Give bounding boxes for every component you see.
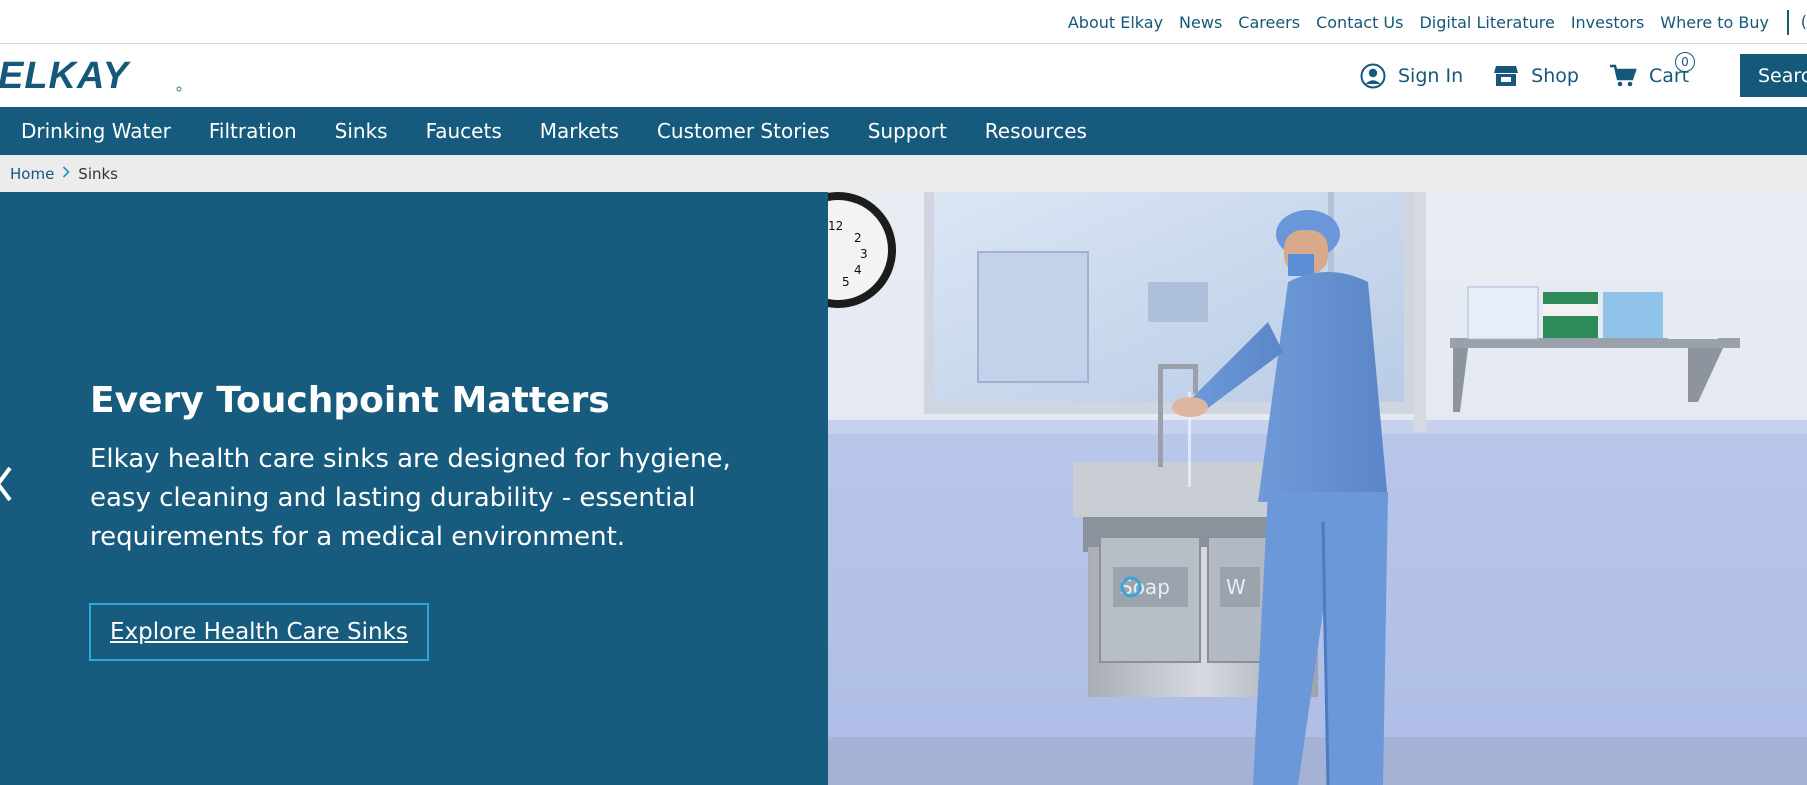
cart-count-badge: 0 [1674, 51, 1695, 72]
svg-text:5: 5 [842, 275, 850, 289]
nav-item-faucets[interactable]: Faucets [426, 119, 502, 143]
user-circle-icon [1360, 63, 1386, 88]
utility-bar: About Elkay News Careers Contact Us Digi… [0, 0, 1807, 44]
breadcrumb-home[interactable]: Home [10, 165, 54, 183]
hero-title: Every Touchpoint Matters [90, 380, 610, 421]
util-link-where-to-buy[interactable]: Where to Buy [1660, 13, 1769, 32]
hero-carousel: Every Touchpoint Matters Elkay health ca… [0, 192, 1807, 785]
logo-wordmark: ELKAY [0, 58, 132, 94]
nav-item-filtration[interactable]: Filtration [209, 119, 297, 143]
header-actions: Sign In Shop Cart 0 [1360, 44, 1719, 107]
util-link-literature[interactable]: Digital Literature [1419, 13, 1554, 32]
chevron-left-icon[interactable] [0, 464, 14, 508]
search-button[interactable]: Search [1740, 54, 1807, 97]
util-link-careers[interactable]: Careers [1238, 13, 1300, 32]
explore-health-care-sinks-button[interactable]: Explore Health Care Sinks [89, 603, 429, 661]
nav-item-support[interactable]: Support [868, 119, 947, 143]
hero-photo-surgeon-washing-hands: 12 2 3 4 5 Soap W [780, 192, 1807, 785]
site-header: ELKAY Sign In Shop Cart 0 Searc [0, 44, 1807, 107]
util-link-news[interactable]: News [1179, 13, 1222, 32]
utility-nav: About Elkay News Careers Contact Us Digi… [1052, 0, 1769, 44]
utility-divider [1787, 10, 1789, 35]
cart-icon [1609, 64, 1637, 86]
breadcrumb: Home Sinks [0, 155, 1807, 192]
breadcrumb-current: Sinks [78, 164, 118, 183]
elkay-logo[interactable]: ELKAY [0, 55, 192, 98]
util-link-contact[interactable]: Contact Us [1316, 13, 1403, 32]
sink-label-w: W [1226, 575, 1246, 599]
svg-text:12: 12 [828, 219, 843, 233]
nav-item-customer-stories[interactable]: Customer Stories [657, 119, 830, 143]
chevron-right-icon [62, 165, 70, 182]
util-link-investors[interactable]: Investors [1571, 13, 1644, 32]
nav-item-markets[interactable]: Markets [540, 119, 619, 143]
sign-in-link[interactable]: Sign In [1360, 63, 1463, 89]
sign-in-label: Sign In [1398, 64, 1464, 87]
nav-item-sinks[interactable]: Sinks [335, 119, 388, 143]
util-link-about[interactable]: About Elkay [1068, 13, 1163, 32]
elkay-logo-mark: ELKAY [0, 55, 182, 97]
shop-link[interactable]: Shop [1493, 64, 1579, 88]
cart-link[interactable]: Cart 0 [1609, 51, 1695, 88]
hero-text-panel: Every Touchpoint Matters Elkay health ca… [0, 192, 828, 785]
shop-label: Shop [1531, 64, 1579, 87]
hero-body: Elkay health care sinks are designed for… [90, 444, 731, 552]
svg-text:2: 2 [854, 231, 862, 245]
store-icon [1494, 65, 1519, 86]
hero-image: 12 2 3 4 5 Soap W [780, 192, 1807, 785]
main-nav: Drinking Water Filtration Sinks Faucets … [0, 107, 1807, 155]
svg-text:4: 4 [854, 263, 862, 277]
nav-item-drinking-water[interactable]: Drinking Water [21, 119, 171, 143]
svg-text:3: 3 [860, 247, 868, 261]
nav-item-resources[interactable]: Resources [985, 119, 1087, 143]
utility-overflow-item[interactable]: ( [1801, 12, 1807, 31]
